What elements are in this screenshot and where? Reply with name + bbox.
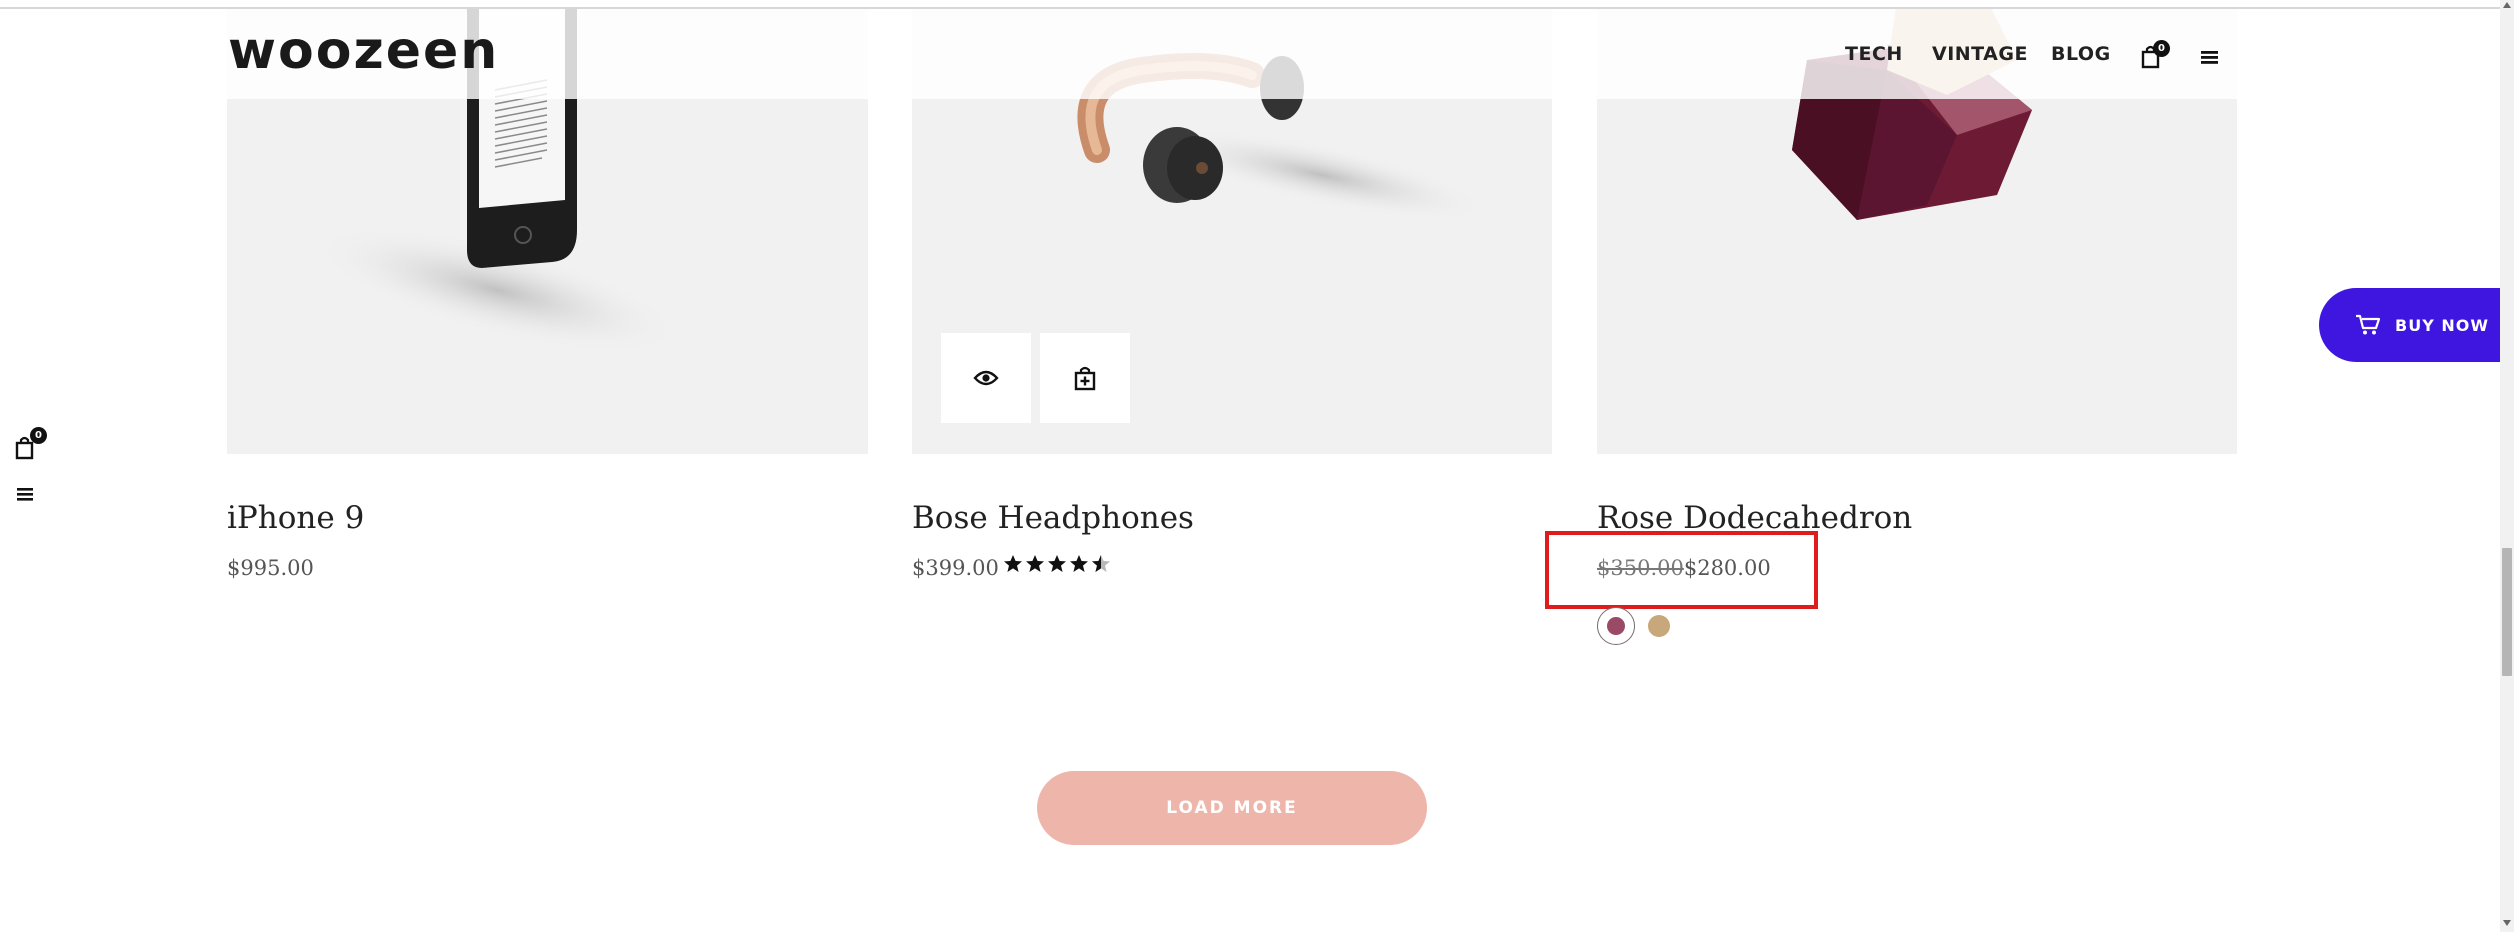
page-scrollbar[interactable] bbox=[2500, 0, 2514, 932]
site-header: woozeen TECH VINTAGE BLOG 0 bbox=[0, 9, 2500, 99]
buy-now-button[interactable]: BUY NOW bbox=[2319, 288, 2500, 362]
nav-link-vintage[interactable]: VINTAGE bbox=[1932, 43, 2028, 65]
buy-now-label: BUY NOW bbox=[2395, 315, 2489, 335]
star-half-icon bbox=[1092, 555, 1110, 572]
highlight-box bbox=[1545, 531, 1818, 609]
product-title-iphone[interactable]: iPhone 9 bbox=[227, 500, 364, 536]
header-cart-count-badge: 0 bbox=[2153, 40, 2170, 57]
cart-icon bbox=[2356, 314, 2381, 335]
star-full-icon bbox=[1070, 555, 1088, 572]
browser-top-edge bbox=[0, 0, 2500, 9]
side-cart-button[interactable]: 0 bbox=[14, 427, 47, 463]
eye-icon bbox=[973, 370, 999, 386]
product-price-iphone: $995.00 bbox=[227, 556, 314, 580]
scroll-up-arrow-icon[interactable] bbox=[2503, 2, 2511, 8]
swatch-dot bbox=[1607, 617, 1625, 635]
nav-link-tech[interactable]: TECH bbox=[1845, 43, 1903, 65]
side-cart-count-badge: 0 bbox=[30, 427, 47, 444]
hamburger-menu-icon bbox=[17, 488, 33, 501]
star-full-icon bbox=[1048, 555, 1066, 572]
star-full-icon bbox=[1004, 555, 1022, 572]
rating-stars bbox=[1003, 554, 1111, 574]
site-logo[interactable]: woozeen bbox=[228, 21, 499, 81]
scroll-down-arrow-icon[interactable] bbox=[2503, 920, 2511, 926]
quick-view-button[interactable] bbox=[941, 333, 1031, 423]
scrollbar-thumb[interactable] bbox=[2502, 548, 2512, 676]
color-swatch-rose[interactable] bbox=[1597, 607, 1635, 645]
star-full-icon bbox=[1026, 555, 1044, 572]
load-more-button[interactable]: LOAD MORE bbox=[1037, 771, 1427, 845]
product-price-headphones: $399.00 bbox=[912, 556, 999, 580]
add-to-cart-button[interactable] bbox=[1040, 333, 1130, 423]
side-menu-button[interactable] bbox=[14, 485, 36, 505]
hamburger-menu-icon bbox=[2201, 51, 2218, 64]
bag-add-icon bbox=[1074, 366, 1096, 391]
header-menu-button[interactable] bbox=[2197, 45, 2223, 69]
color-swatch-gold[interactable] bbox=[1648, 615, 1670, 637]
header-cart-button[interactable]: 0 bbox=[2140, 40, 2170, 72]
product-title-headphones[interactable]: Bose Headphones bbox=[912, 500, 1194, 536]
nav-link-blog[interactable]: BLOG bbox=[2051, 43, 2111, 65]
